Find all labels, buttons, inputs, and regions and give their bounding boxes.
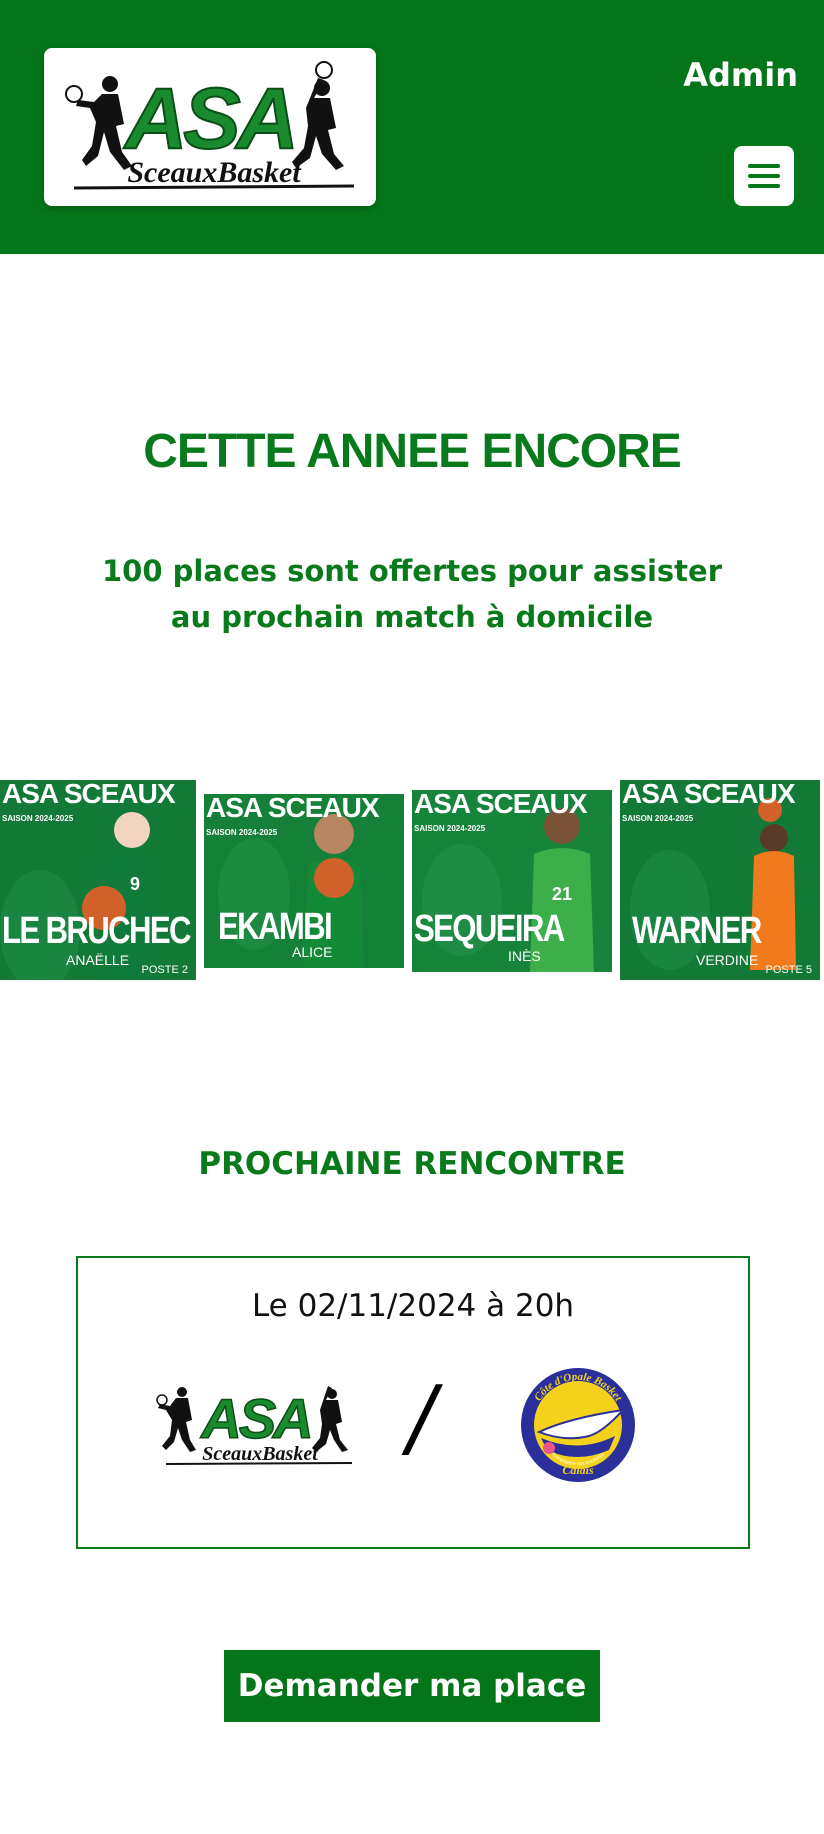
- card-season-text: SAISON 2024-2025: [622, 814, 694, 823]
- player-card-warner[interactable]: ASA SCEAUX SAISON 2024-2025 WARNER VERDI…: [620, 780, 820, 980]
- card-season-text: SAISON 2024-2025: [2, 814, 74, 823]
- logo-asa-text: ASA: [123, 71, 295, 167]
- logo-sceaux-basket-text: SceauxBasket: [127, 156, 302, 189]
- card-club-text: ASA SCEAUX: [2, 780, 176, 809]
- player-silhouette-left-icon: [156, 1387, 196, 1452]
- player-last-name: EKAMBI: [218, 906, 333, 948]
- player-silhouette-left-icon: [65, 76, 132, 170]
- hero-subline: 100 places sont offertes pour assister a…: [101, 554, 723, 634]
- player-last-name: WARNER: [632, 910, 762, 952]
- away-logo-city-text: Calais: [562, 1463, 594, 1477]
- player-first-name: ANAËLLE: [66, 952, 130, 968]
- card-season-text: SAISON 2024-2025: [206, 828, 278, 837]
- card-club-text: ASA SCEAUX: [414, 790, 588, 819]
- jersey-number: 21: [552, 884, 572, 904]
- logo-sceaux-basket-text: SceauxBasket: [202, 1443, 319, 1465]
- player-position: POSTE 5: [765, 964, 812, 976]
- basketball-icon: [314, 858, 354, 898]
- away-team-logo: Côte d'Opale Basket Transmettre nos fron…: [521, 1368, 635, 1482]
- asa-logo: ASA SceauxBasket: [65, 61, 355, 190]
- club-logo-link[interactable]: ASA SceauxBasket: [44, 48, 376, 206]
- hero-headline: CETTE ANNEE ENCORE: [143, 425, 682, 478]
- basketball-icon: [543, 1442, 555, 1454]
- next-match-title: PROCHAINE RENCONTRE: [198, 1146, 626, 1182]
- player-silhouette-right-icon: [292, 61, 344, 170]
- menu-toggle-button[interactable]: [734, 146, 794, 206]
- player-last-name: LE BRUCHEC: [2, 910, 192, 952]
- versus-separator: /: [399, 1368, 446, 1468]
- logo-asa-text: ASA: [199, 1387, 310, 1450]
- next-match-card: Le 02/11/2024 à 20h ASA SceauxBasket / C…: [76, 1256, 750, 1549]
- admin-link[interactable]: Admin: [683, 56, 798, 94]
- jersey-number: 9: [130, 874, 140, 894]
- request-seat-button[interactable]: Demander ma place: [224, 1650, 600, 1722]
- player-position: POSTE 2: [141, 964, 188, 976]
- logo-underline: [73, 184, 355, 190]
- player-head: [760, 824, 788, 852]
- player-last-name: SEQUEIRA: [414, 908, 565, 950]
- player-first-name: VERDINE: [696, 952, 759, 968]
- card-season-text: SAISON 2024-2025: [414, 824, 486, 833]
- player-card-ekambi[interactable]: ASA SCEAUX SAISON 2024-2025 EKAMBI ALICE: [204, 794, 404, 968]
- match-date: Le 02/11/2024 à 20h: [251, 1288, 575, 1324]
- player-first-name: ALICE: [292, 944, 333, 960]
- site-header: ASA SceauxBasket Admin: [0, 0, 824, 254]
- card-club-text: ASA SCEAUX: [622, 780, 796, 809]
- home-team-logo: ASA SceauxBasket: [156, 1386, 353, 1465]
- player-head: [114, 812, 150, 848]
- player-card-sequeira[interactable]: 21 ASA SCEAUX SAISON 2024-2025 SEQUEIRA …: [412, 790, 612, 972]
- card-club-text: ASA SCEAUX: [206, 794, 380, 823]
- player-first-name: INÈS: [508, 948, 541, 964]
- player-carousel[interactable]: 9 ASA SCEAUX SAISON 2024-2025 LE BRUCHEC…: [0, 778, 824, 982]
- player-card-le-bruchec[interactable]: 9 ASA SCEAUX SAISON 2024-2025 LE BRUCHEC…: [0, 780, 196, 980]
